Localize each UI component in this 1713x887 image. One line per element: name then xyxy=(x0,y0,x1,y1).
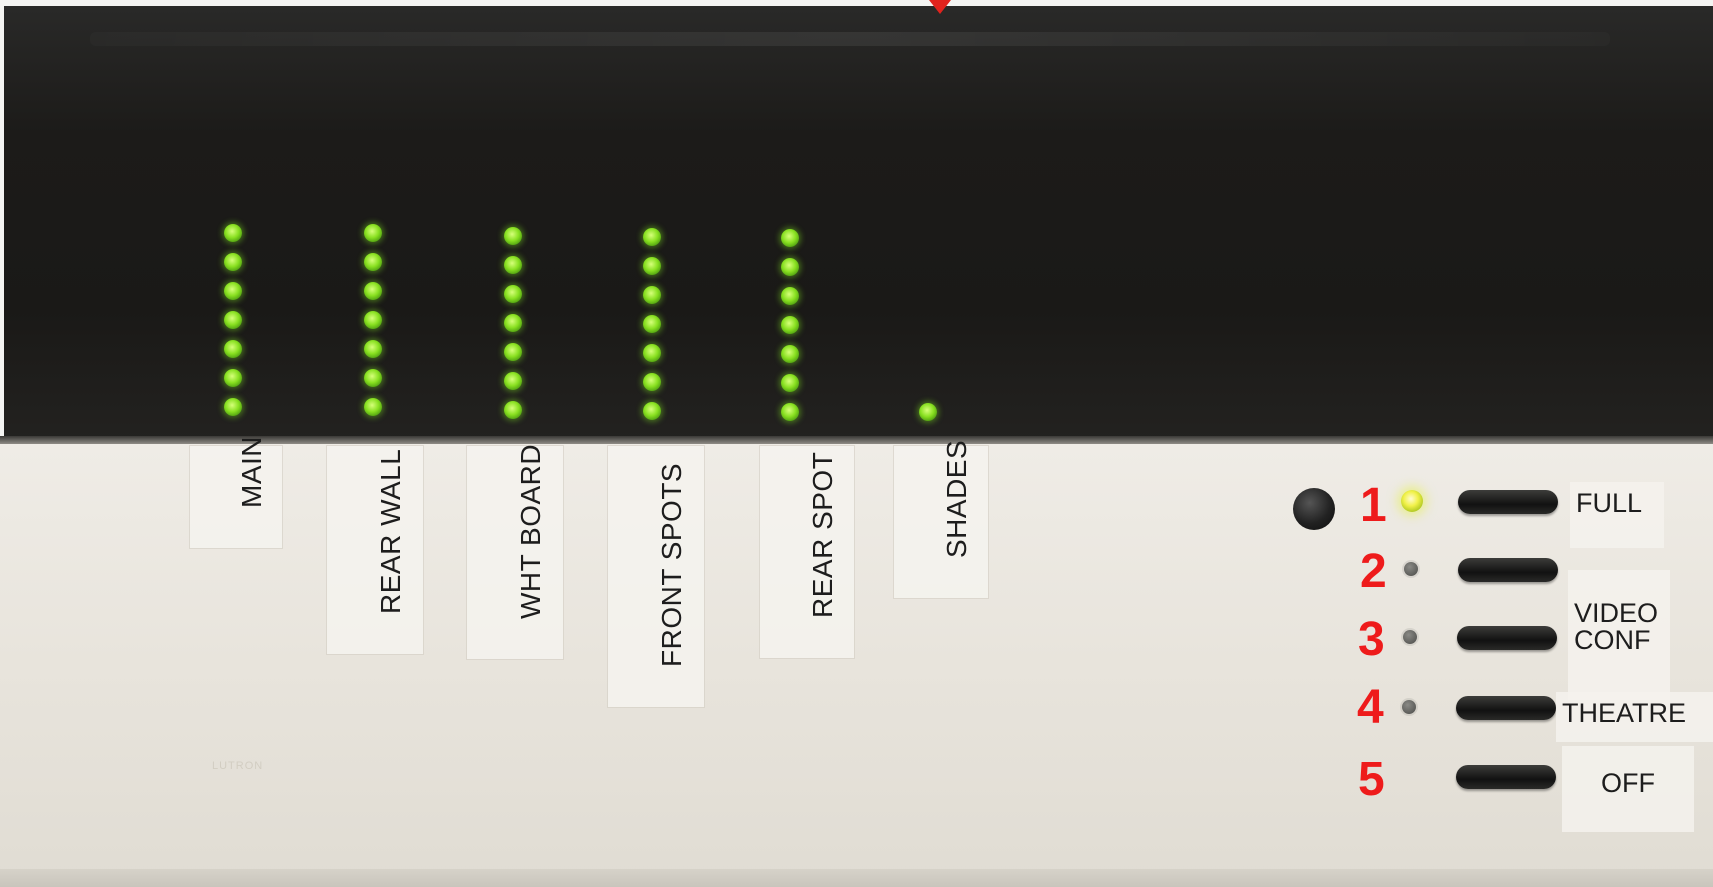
scene-3-button[interactable] xyxy=(1457,626,1557,650)
scene-number-4: 4 xyxy=(1357,681,1384,734)
zone-level-led xyxy=(504,343,522,361)
scene-1-label: FULL xyxy=(1570,482,1664,548)
zone-label-text: REAR WALL xyxy=(375,448,406,614)
zone-level-led xyxy=(781,258,799,276)
zone-level-led xyxy=(364,369,382,387)
scene-1-button[interactable] xyxy=(1458,490,1558,514)
scene-5-button[interactable] xyxy=(1456,765,1556,789)
scene-number-5: 5 xyxy=(1358,753,1385,806)
scene-3-label-line-1: VIDEO xyxy=(1574,598,1659,628)
zone-level-led xyxy=(364,282,382,300)
zone-level-led xyxy=(224,253,242,271)
zone-label-main[interactable]: MAIN xyxy=(190,436,282,548)
zone-level-led xyxy=(643,315,661,333)
led-display-panel xyxy=(0,0,1713,444)
zone-level-led xyxy=(364,224,382,242)
zone-level-led xyxy=(504,372,522,390)
zone-level-led xyxy=(224,340,242,358)
zone-label-text: MAIN xyxy=(236,436,267,508)
lighting-control-panel: MAIN REAR WALL WHT BOARD FRONT SPOTS REA… xyxy=(0,0,1713,887)
scene-4-button[interactable] xyxy=(1456,696,1556,720)
scene-1-indicator-led xyxy=(1401,490,1423,512)
zone-level-led xyxy=(643,344,661,362)
zone-label-rear-spot[interactable]: REAR SPOT xyxy=(760,446,854,658)
zone-level-led xyxy=(504,285,522,303)
zone-label-text: FRONT SPOTS xyxy=(656,462,687,667)
scene-number-3: 3 xyxy=(1358,613,1385,666)
scene-2-button[interactable] xyxy=(1458,558,1558,582)
zone-level-led xyxy=(504,314,522,332)
zone-level-led xyxy=(364,398,382,416)
ir-sensor-icon xyxy=(1293,488,1335,530)
red-arrow-marker xyxy=(929,0,951,14)
zone-level-led xyxy=(504,227,522,245)
scene-number-1: 1 xyxy=(1360,479,1387,532)
zone-level-led xyxy=(781,229,799,247)
panel-top-edge xyxy=(0,0,1713,6)
zone-level-led xyxy=(224,282,242,300)
scene-1-label-text: FULL xyxy=(1576,488,1643,518)
zone-level-led xyxy=(781,287,799,305)
zone-label-text: SHADES xyxy=(941,439,972,558)
zone-level-led xyxy=(643,373,661,391)
zone-label-text: WHT BOARD xyxy=(515,443,546,619)
panel-bottom-strip xyxy=(0,869,1713,887)
scene-5-label: OFF xyxy=(1562,746,1694,832)
scene-4-label: THEATRE xyxy=(1556,692,1713,742)
zone-level-led xyxy=(781,316,799,334)
scene-3-label: VIDEO CONF xyxy=(1568,570,1670,700)
zone-level-led xyxy=(224,224,242,242)
zone-label-front-spots[interactable]: FRONT SPOTS xyxy=(608,446,704,707)
scene-5-label-text: OFF xyxy=(1601,768,1655,798)
zone-level-led xyxy=(224,369,242,387)
zone-level-led xyxy=(224,311,242,329)
zone-level-led xyxy=(224,398,242,416)
zone-level-led xyxy=(643,228,661,246)
zone-level-led xyxy=(364,340,382,358)
zone-level-led xyxy=(781,403,799,421)
scene-3-label-line-2: CONF xyxy=(1574,625,1651,655)
zone-level-led xyxy=(643,402,661,420)
panel-reflection xyxy=(90,32,1610,46)
zone-level-led xyxy=(919,403,937,421)
panel-left-edge xyxy=(0,0,4,444)
zone-level-led xyxy=(504,256,522,274)
scene-4-indicator-led xyxy=(1402,700,1416,714)
scene-number-2: 2 xyxy=(1360,545,1387,598)
zone-level-led xyxy=(781,345,799,363)
scene-2-indicator-led xyxy=(1404,562,1418,576)
zone-level-led xyxy=(643,286,661,304)
zone-label-shades[interactable]: SHADES xyxy=(894,440,988,598)
zone-level-led xyxy=(643,257,661,275)
zone-label-wht-board[interactable]: WHT BOARD xyxy=(467,443,563,659)
zone-level-led xyxy=(364,253,382,271)
scene-4-label-text: THEATRE xyxy=(1562,698,1687,728)
zone-level-led xyxy=(504,401,522,419)
scene-3-indicator-led xyxy=(1403,630,1417,644)
zone-level-led xyxy=(364,311,382,329)
zone-level-led xyxy=(781,374,799,392)
zone-label-text: REAR SPOT xyxy=(807,451,838,618)
zone-label-rear-wall[interactable]: REAR WALL xyxy=(327,446,423,654)
brand-logo: LUTRON xyxy=(212,760,264,772)
